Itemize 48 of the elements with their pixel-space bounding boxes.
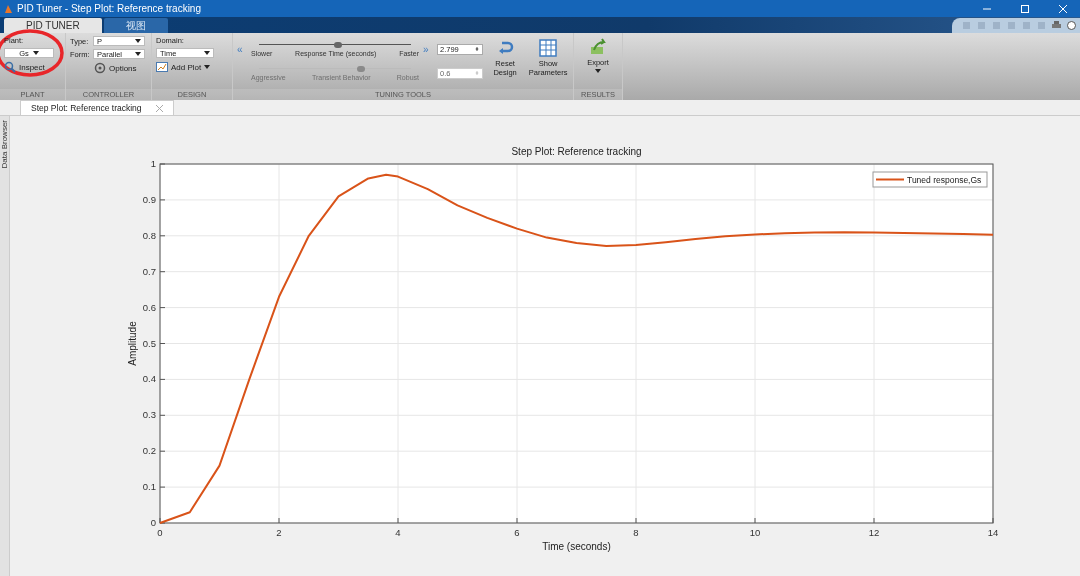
y-tick-label: 0.8: [142, 229, 156, 241]
side-tab[interactable]: Data Browser: [0, 116, 9, 173]
x-tick-label: 4: [395, 527, 401, 538]
x-axis-label: Time (seconds): [542, 541, 611, 552]
caret-icon: [135, 39, 141, 43]
y-tick-label: 0.6: [142, 301, 156, 313]
gear-icon: [94, 62, 106, 74]
ribbon-tab[interactable]: PID TUNER: [4, 18, 102, 33]
caret-icon: [595, 69, 601, 73]
y-tick-label: 0.5: [142, 337, 156, 349]
x-tick-label: 10: [749, 527, 761, 538]
caret-icon: [204, 51, 210, 55]
y-tick-label: 0.1: [142, 481, 156, 493]
x-tick-label: 12: [868, 527, 880, 538]
legend-label: Tuned response,Gs: [907, 175, 982, 185]
x-tick-label: 8: [633, 527, 639, 538]
inspect-button[interactable]: Inspect: [4, 61, 54, 73]
caret-icon: [32, 51, 39, 55]
export-icon: [589, 38, 607, 56]
x-tick-label: 6: [514, 527, 520, 538]
add-plot-button[interactable]: Add Plot: [156, 61, 214, 73]
legend-line: [875, 178, 905, 181]
ribbon-tab[interactable]: 视图: [103, 18, 168, 33]
caret-icon: [204, 65, 211, 69]
y-tick-label: 1: [150, 158, 156, 169]
window-title: PID Tuner - Step Plot: Reference tracking: [17, 3, 202, 14]
caret-icon: [135, 52, 141, 56]
y-tick-label: 0.9: [142, 193, 156, 205]
y-tick-label: 0.2: [142, 445, 156, 457]
chart-icon: [156, 61, 168, 73]
magnifier-icon: [4, 61, 16, 73]
x-tick-label: 2: [276, 527, 282, 538]
options-button[interactable]: Options: [94, 62, 145, 74]
printer-icon[interactable]: [1052, 21, 1061, 30]
slider-thumb[interactable]: [334, 41, 343, 48]
y-tick-label: 0.4: [142, 373, 156, 385]
y-axis-label: Amplitude: [127, 321, 138, 366]
x-tick-label: 14: [987, 527, 999, 538]
app-icon: [4, 3, 13, 14]
table-icon: [539, 39, 558, 57]
y-tick-label: 0.3: [142, 409, 156, 421]
help-icon[interactable]: [1067, 21, 1076, 30]
slider-track[interactable]: [259, 41, 411, 48]
document-tab[interactable]: Step Plot: Reference tracking: [20, 100, 174, 115]
x-tick-label: 0: [157, 527, 163, 538]
y-tick-label: 0.7: [142, 265, 156, 277]
y-tick-label: 0: [150, 517, 156, 528]
chart-title: Step Plot: Reference tracking: [511, 146, 642, 157]
